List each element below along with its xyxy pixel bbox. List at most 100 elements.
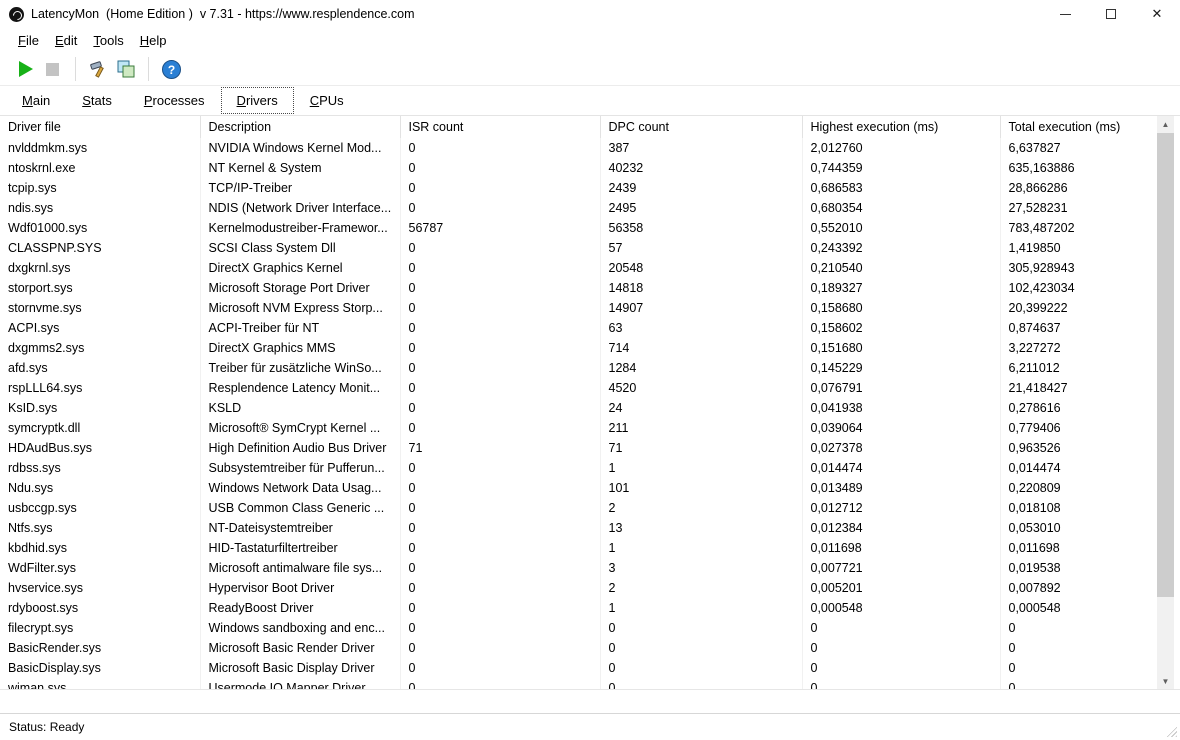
table-row[interactable]: filecrypt.sysWindows sandboxing and enc.… [0,618,1157,638]
table-row[interactable]: stornvme.sysMicrosoft NVM Express Storp.… [0,298,1157,318]
table-cell: 714 [600,338,802,358]
menu-file[interactable]: File [10,30,47,51]
toolbar: ? [0,53,1180,86]
table-cell: 0 [400,518,600,538]
table-row[interactable]: ndis.sysNDIS (Network Driver Interface..… [0,198,1157,218]
menu-tools[interactable]: Tools [85,30,131,51]
table-cell: 0 [400,458,600,478]
scrollbar-thumb[interactable] [1157,133,1174,597]
table-cell: 21,418427 [1000,378,1157,398]
table-row[interactable]: tcpip.sysTCP/IP-Treiber024390,68658328,8… [0,178,1157,198]
table-cell: NVIDIA Windows Kernel Mod... [200,138,400,158]
tab-cpus[interactable]: CPUs [294,87,360,114]
table-cell: 14818 [600,278,802,298]
table-row[interactable]: Ntfs.sysNT-Dateisystemtreiber0130,012384… [0,518,1157,538]
table-row[interactable]: storport.sysMicrosoft Storage Port Drive… [0,278,1157,298]
menu-help[interactable]: Help [132,30,175,51]
table-cell: 0,210540 [802,258,1000,278]
table-cell: 0,744359 [802,158,1000,178]
table-row[interactable]: rspLLL64.sysResplendence Latency Monit..… [0,378,1157,398]
table-cell: 0 [802,638,1000,658]
driver-table: Driver file Description ISR count DPC co… [0,116,1157,690]
column-header-driver-file[interactable]: Driver file [0,116,200,138]
tab-processes[interactable]: Processes [128,87,221,114]
table-row[interactable]: KsID.sysKSLD0240,0419380,278616 [0,398,1157,418]
table-cell: 56358 [600,218,802,238]
table-cell: 0 [400,178,600,198]
maximize-button[interactable] [1088,0,1134,28]
table-cell: HID-Tastaturfiltertreiber [200,538,400,558]
table-cell: SCSI Class System Dll [200,238,400,258]
table-row[interactable]: kbdhid.sysHID-Tastaturfiltertreiber010,0… [0,538,1157,558]
table-row[interactable]: usbccgp.sysUSB Common Class Generic ...0… [0,498,1157,518]
table-row[interactable]: dxgmms2.sysDirectX Graphics MMS07140,151… [0,338,1157,358]
table-cell: 0,007892 [1000,578,1157,598]
table-row[interactable]: BasicRender.sysMicrosoft Basic Render Dr… [0,638,1157,658]
table-row[interactable]: wiman.sysUsermode IO Mapper Driver0000 [0,678,1157,690]
table-row[interactable]: rdbss.sysSubsystemtreiber für Pufferun..… [0,458,1157,478]
close-button[interactable]: ✕ [1134,0,1180,28]
table-cell: 0 [400,598,600,618]
table-row[interactable]: HDAudBus.sysHigh Definition Audio Bus Dr… [0,438,1157,458]
table-cell: Microsoft® SymCrypt Kernel ... [200,418,400,438]
column-header-highest-execution[interactable]: Highest execution (ms) [802,116,1000,138]
minimize-button[interactable] [1042,0,1088,28]
help-button[interactable]: ? [158,56,185,83]
status-text: Status: Ready [9,720,84,734]
table-row[interactable]: rdyboost.sysReadyBoost Driver010,0005480… [0,598,1157,618]
table-cell: 1 [600,598,802,618]
table-row[interactable]: symcryptk.dllMicrosoft® SymCrypt Kernel … [0,418,1157,438]
stop-monitor-button[interactable] [39,56,66,83]
table-cell: 0 [400,258,600,278]
table-cell: 1,419850 [1000,238,1157,258]
table-cell: 0,014474 [802,458,1000,478]
vertical-scrollbar[interactable]: ▲ ▼ [1157,116,1174,690]
table-cell: 0 [400,378,600,398]
tab-stats[interactable]: Stats [66,87,128,114]
table-row[interactable]: ACPI.sysACPI-Treiber für NT0630,1586020,… [0,318,1157,338]
table-cell: 0,007721 [802,558,1000,578]
table-row[interactable]: Wdf01000.sysKernelmodustreiber-Framewor.… [0,218,1157,238]
table-cell: 0,278616 [1000,398,1157,418]
table-row[interactable]: Ndu.sysWindows Network Data Usag...01010… [0,478,1157,498]
table-cell: 2439 [600,178,802,198]
table-cell: 0,158602 [802,318,1000,338]
table-cell: 0,874637 [1000,318,1157,338]
tab-main[interactable]: Main [6,87,66,114]
table-row[interactable]: nvlddmkm.sysNVIDIA Windows Kernel Mod...… [0,138,1157,158]
table-cell: 0 [400,138,600,158]
table-row[interactable]: WdFilter.sysMicrosoft antimalware file s… [0,558,1157,578]
resize-grip[interactable] [1164,724,1177,737]
table-cell: Hypervisor Boot Driver [200,578,400,598]
scroll-up-button[interactable]: ▲ [1157,116,1174,133]
table-cell: 6,637827 [1000,138,1157,158]
table-row[interactable]: BasicDisplay.sysMicrosoft Basic Display … [0,658,1157,678]
table-cell: 27,528231 [1000,198,1157,218]
table-row[interactable]: ntoskrnl.exeNT Kernel & System0402320,74… [0,158,1157,178]
table-cell: WdFilter.sys [0,558,200,578]
start-monitor-button[interactable] [12,56,39,83]
table-cell: 0 [400,278,600,298]
table-cell: 2495 [600,198,802,218]
table-row[interactable]: CLASSPNP.SYSSCSI Class System Dll0570,24… [0,238,1157,258]
copy-report-button[interactable] [112,56,139,83]
table-cell: KSLD [200,398,400,418]
column-header-dpc-count[interactable]: DPC count [600,116,802,138]
table-cell: 0 [400,678,600,690]
menu-edit[interactable]: Edit [47,30,85,51]
scrollbar-track[interactable] [1157,133,1174,673]
table-cell: dxgmms2.sys [0,338,200,358]
table-cell: ACPI-Treiber für NT [200,318,400,338]
table-cell: 0,779406 [1000,418,1157,438]
column-header-total-execution[interactable]: Total execution (ms) [1000,116,1157,138]
column-header-description[interactable]: Description [200,116,400,138]
column-header-isr-count[interactable]: ISR count [400,116,600,138]
scroll-down-button[interactable]: ▼ [1157,673,1174,690]
table-cell: 0 [400,658,600,678]
table-row[interactable]: afd.sysTreiber für zusätzliche WinSo...0… [0,358,1157,378]
options-button[interactable] [85,56,112,83]
play-icon [19,61,33,77]
tab-drivers[interactable]: Drivers [221,87,294,114]
table-row[interactable]: dxgkrnl.sysDirectX Graphics Kernel020548… [0,258,1157,278]
table-row[interactable]: hvservice.sysHypervisor Boot Driver020,0… [0,578,1157,598]
